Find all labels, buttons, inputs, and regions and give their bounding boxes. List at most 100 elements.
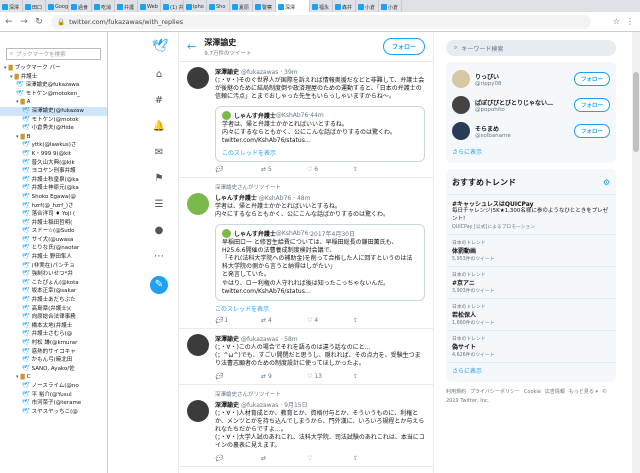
- tweet-author[interactable]: 深澤諭史: [215, 402, 239, 409]
- show-more-link[interactable]: さらに表示: [446, 144, 616, 159]
- bookmark-item[interactable]: 🕊 K・999 9(@kit: [0, 150, 107, 159]
- bookmark-item[interactable]: 🕊 村松 謙(@kmurar: [0, 339, 107, 348]
- footer-link[interactable]: もっと見る ▾: [569, 389, 598, 395]
- tweet[interactable]: 深澤諭史さんがリツイート 深澤諭史 @fukazawas · 9月15日 (；・∀・…: [179, 385, 433, 467]
- footer-link[interactable]: 利用規約: [446, 389, 466, 395]
- share-action[interactable]: ⇪: [353, 373, 399, 380]
- browser-tab[interactable]: 田口: [23, 0, 46, 12]
- trend-name[interactable]: 偽サイト: [452, 342, 610, 351]
- browser-tab[interactable]: 弁護: [115, 0, 138, 12]
- twitter-search-input[interactable]: ⌕ キーワード検索: [446, 40, 616, 56]
- tweet[interactable]: 深澤諭史 @fukazawas · 39m (；・∀・)そのぐ世界人が国際を訴えれ…: [179, 62, 433, 179]
- browser-tab[interactable]: ipho: [184, 0, 207, 12]
- show-thread-link[interactable]: このスレッドを表示: [215, 304, 425, 313]
- follow-button[interactable]: フォロー: [573, 98, 610, 112]
- scrollbar-thumb[interactable]: [633, 72, 639, 152]
- bookmark-item[interactable]: 🕊 落合洋司 ♦ Yoji (: [0, 210, 107, 219]
- bookmark-item[interactable]: 🕊 弁護士あだちぶた: [0, 296, 107, 305]
- browser-tab[interactable]: 福永: [310, 0, 333, 12]
- reply-action[interactable]: 💬: [215, 166, 261, 173]
- page-scrollbar[interactable]: [632, 32, 640, 473]
- show-thread-link[interactable]: このスレッドを表示: [222, 148, 418, 157]
- tweet[interactable]: 深澤諭史さんがリツイート しゃんす弁護士 @KshAb76 · 48m 学者は、帰と…: [179, 178, 433, 330]
- bookmark-item[interactable]: 🕊 弁護士秋皇泉(@ka: [0, 176, 107, 185]
- back-icon[interactable]: ←: [3, 16, 15, 28]
- tweet-time[interactable]: 58m: [284, 336, 297, 343]
- trend-name[interactable]: 体罰動画: [452, 246, 610, 255]
- browser-tab[interactable]: 小倉: [379, 0, 402, 12]
- footer-link[interactable]: 広告情報: [545, 389, 565, 395]
- star-icon[interactable]: ☆: [613, 17, 620, 26]
- browser-tab[interactable]: 小倉: [356, 0, 379, 12]
- follow-suggestion[interactable]: りっぴい @rippy08 フォロー: [446, 66, 616, 92]
- retweet-action[interactable]: ⇄ 9: [261, 373, 307, 380]
- bookmark-item[interactable]: 🕊 高島章(弁護士)(: [0, 305, 107, 314]
- avatar[interactable]: [187, 399, 209, 422]
- follow-button[interactable]: フォロー: [573, 72, 610, 86]
- chevron-down-icon[interactable]: ▾: [16, 373, 19, 382]
- trend-name[interactable]: 若松保人: [452, 310, 610, 319]
- follow-suggestion[interactable]: ぱぽぴぴとびとりじゃない… @popohito フォロー: [446, 92, 616, 118]
- browser-tab[interactable]: Sho: [207, 0, 230, 12]
- tweet-time[interactable]: 39m: [284, 69, 297, 76]
- explore-icon[interactable]: #: [152, 94, 166, 108]
- bookmark-folder[interactable]: ▾ ▇ B: [0, 133, 107, 142]
- browser-tab[interactable]: 吃消: [92, 0, 115, 12]
- tweet-time[interactable]: 48m: [297, 195, 310, 202]
- chevron-down-icon[interactable]: ▾: [10, 73, 13, 82]
- reply-action[interactable]: 💬 1: [215, 317, 261, 324]
- trend-item[interactable]: #キャッシュレスはQUICPay 毎日チャレンジ(5K★1,300名様に参のような…: [446, 195, 616, 235]
- bookmark-item[interactable]: 🕊 スドー☆(@Sudo: [0, 227, 107, 236]
- browser-tab[interactable]: 過食: [69, 0, 92, 12]
- bookmark-item[interactable]: 🕊 深澤諭史@fukazawa: [0, 81, 107, 90]
- bookmark-item[interactable]: 🕊 (非実在)パンチョ: [0, 262, 107, 271]
- trend-item[interactable]: 日本のトレンド 体罰動画 5,953件のツイート: [446, 235, 616, 267]
- retweet-action[interactable]: ⇄ 4: [261, 317, 307, 324]
- tweet-time[interactable]: 9月15日: [284, 402, 307, 409]
- twitter-logo-icon[interactable]: 🕊: [152, 40, 169, 54]
- bookmark-item[interactable]: 🕊 Shoko Egawa(@: [0, 193, 107, 202]
- footer-link[interactable]: プライバシーポリシー: [470, 389, 520, 395]
- bookmark-folder[interactable]: ▾ ▇ C: [0, 373, 107, 382]
- browser-tab[interactable]: 夏原: [230, 0, 253, 12]
- lists-icon[interactable]: ☰: [152, 198, 166, 212]
- profile-icon[interactable]: ●: [152, 224, 166, 238]
- chevron-down-icon[interactable]: ▾: [4, 64, 7, 73]
- avatar[interactable]: [452, 96, 470, 114]
- trend-name[interactable]: #キャッシュレスはQUICPay: [452, 199, 610, 208]
- browser-tab[interactable]: Goog: [46, 0, 69, 12]
- more-icon[interactable]: ⋯: [152, 250, 166, 264]
- share-action[interactable]: ⇪: [353, 166, 399, 173]
- chevron-down-icon[interactable]: ▾: [16, 133, 19, 142]
- browser-tab[interactable]: Web: [138, 0, 161, 12]
- bookmark-folder[interactable]: ▾ ▇ 弁護士: [0, 73, 107, 82]
- retweet-action[interactable]: ⇄: [261, 455, 307, 462]
- menu-icon[interactable]: ⋮: [626, 17, 634, 26]
- show-more-trends-link[interactable]: さらに表示: [446, 363, 616, 378]
- bookmark-item[interactable]: 🕊 弁護士さむら(@: [0, 330, 107, 339]
- follow-button[interactable]: フォロー: [573, 124, 610, 138]
- notifications-icon[interactable]: 🔔: [152, 120, 166, 134]
- tweet-author[interactable]: 深澤諭史: [215, 336, 239, 343]
- tweet[interactable]: 深澤諭史 @fukazawas · 58m (；・∀・)この人の場合でそれを語るの…: [179, 329, 433, 385]
- reload-icon[interactable]: ↻: [33, 16, 45, 28]
- reply-action[interactable]: 💬: [215, 455, 261, 462]
- bookmark-item[interactable]: 🕊 SANO, Ayako/佐: [0, 365, 107, 374]
- avatar[interactable]: [452, 122, 470, 140]
- browser-tab[interactable]: 深澤: [0, 0, 23, 12]
- retweet-action[interactable]: ⇄ 5: [261, 166, 307, 173]
- home-icon[interactable]: ⌂: [152, 68, 166, 82]
- messages-icon[interactable]: ✉: [152, 146, 166, 160]
- browser-tab[interactable]: 警察: [253, 0, 276, 12]
- url-input[interactable]: 🔒 twitter.com/fukazawas/with_replies: [51, 14, 591, 29]
- avatar[interactable]: [187, 193, 209, 216]
- bookmark-item[interactable]: 🕊 モトケン(@motok: [0, 116, 107, 125]
- avatar[interactable]: [187, 334, 209, 357]
- bookmarks-icon[interactable]: ⚑: [152, 172, 166, 186]
- bookmark-item[interactable]: 🕊 橋本太地(弁護士: [0, 322, 107, 331]
- like-action[interactable]: ♡ 13: [307, 373, 353, 380]
- bookmark-item[interactable]: 🕊 サイ犬(@uwasa: [0, 236, 107, 245]
- bookmark-item[interactable]: 🕊 向原総合法律事務: [0, 313, 107, 322]
- follow-suggestion[interactable]: そらまめ @solbaname フォロー: [446, 118, 616, 144]
- bookmark-folder[interactable]: ▾ ▇ ブックマーク バー: [0, 64, 107, 73]
